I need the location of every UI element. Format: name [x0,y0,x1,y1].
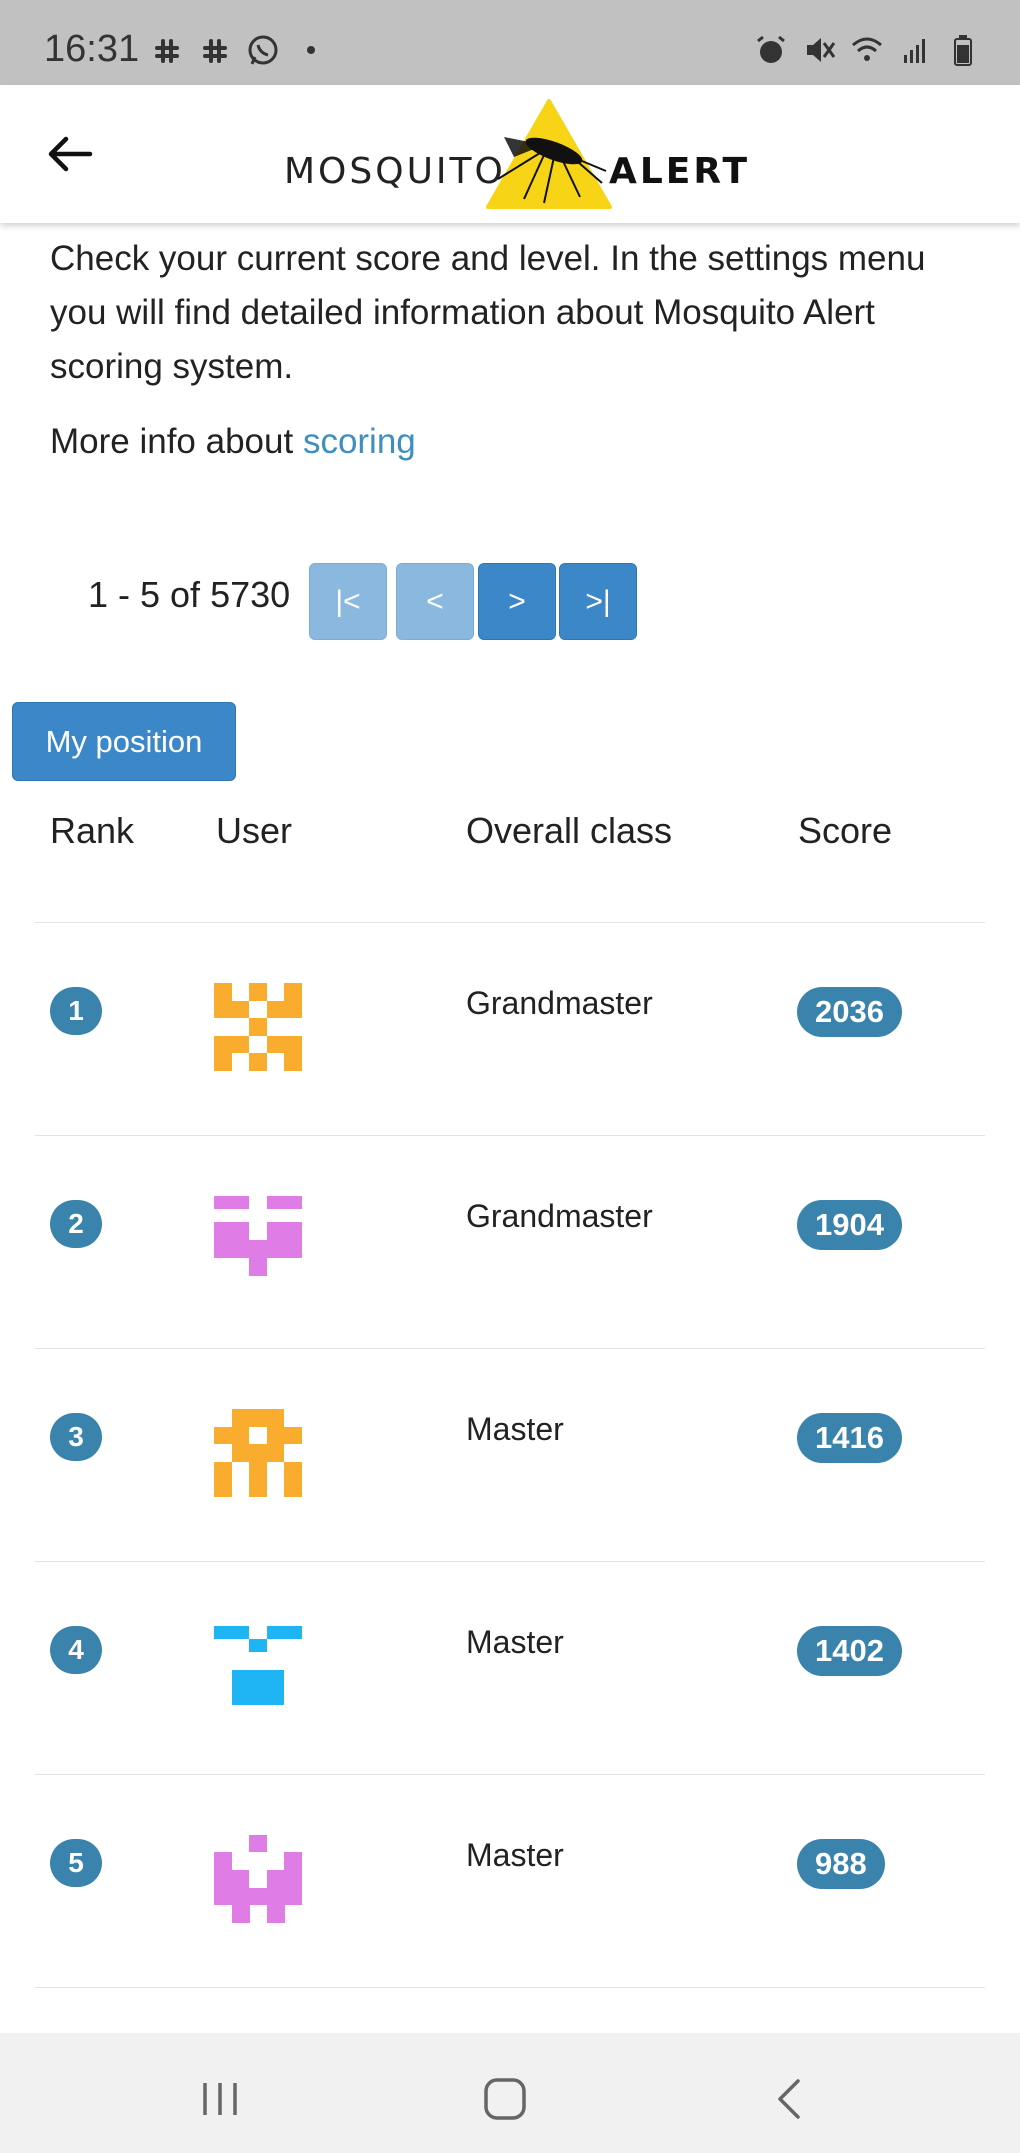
more-info: More info about scoring [50,422,416,462]
rank-badge: 1 [50,987,102,1035]
score-badge: 988 [797,1839,885,1889]
system-back-icon[interactable] [760,2069,820,2129]
rank-badge: 5 [50,1839,102,1887]
app-logo: MOSQUITO ALERT [284,93,747,217]
scoring-link[interactable]: scoring [303,422,416,461]
recent-apps-icon[interactable] [190,2069,250,2129]
mosquito-triangle-icon [486,99,612,209]
column-header-user: User [216,810,293,851]
rank-badge: 4 [50,1626,102,1674]
user-avatar [214,1626,302,1705]
battery-icon [954,35,972,66]
alarm-icon [757,35,785,63]
status-bar: 16:31 [0,0,1020,85]
table-row: 2 Grandmaster 1904 [35,1135,985,1349]
overall-class: Grandmaster [466,985,653,1021]
next-page-button[interactable]: > [478,563,556,640]
mute-icon [807,38,836,62]
last-page-button[interactable]: >| [559,563,637,640]
user-avatar [214,1835,302,1923]
wifi-icon [852,37,882,61]
overall-class: Master [466,1837,564,1873]
overall-class: Master [466,1411,564,1447]
table-divider [35,1987,985,1988]
status-right-icons [754,30,980,70]
table-row: 5 Master 988 [35,1774,985,1988]
column-header-overall-class: Overall class [466,810,673,851]
table-row: 3 Master 1416 [35,1348,985,1562]
logo-text-mosquito: MOSQUITO [284,151,506,192]
overall-class: Grandmaster [466,1198,653,1234]
rank-badge: 2 [50,1200,102,1248]
slack-icon [203,39,227,63]
column-header-score: Score [798,810,893,851]
score-badge: 1904 [797,1200,902,1250]
score-badge: 1416 [797,1413,902,1463]
status-time: 16:31 [44,28,140,70]
score-badge: 2036 [797,987,902,1037]
home-icon[interactable] [475,2069,535,2129]
table-row: 1 Grandmaster 2036 [35,922,985,1136]
column-header-rank: Rank [50,810,135,851]
user-avatar [214,983,302,1071]
first-page-button[interactable]: |< [309,563,387,640]
arrow-left-icon[interactable] [36,119,106,189]
my-position-button[interactable]: My position [12,702,236,781]
pager-summary: 1 - 5 of 5730 [88,574,291,615]
more-info-prefix: More info about [50,422,303,461]
table-row: 4 Master 1402 [35,1561,985,1775]
logo-text-alert: ALERT [609,151,751,192]
table-header: Rank User Overall class Score [0,800,1020,860]
status-left-icons [150,30,328,70]
overall-class: Master [466,1624,564,1660]
system-nav-bar [0,2033,1020,2153]
user-avatar [214,1196,302,1276]
user-avatar [214,1409,302,1497]
signal-icon [904,39,925,63]
whatsapp-icon [248,35,278,65]
app-header: MOSQUITO ALERT [0,85,1020,223]
dot-icon [307,46,315,54]
intro-text: Check your current score and level. In t… [50,239,926,386]
score-badge: 1402 [797,1626,902,1676]
rank-badge: 3 [50,1413,102,1461]
prev-page-button[interactable]: < [396,563,474,640]
slack-icon [155,39,179,63]
